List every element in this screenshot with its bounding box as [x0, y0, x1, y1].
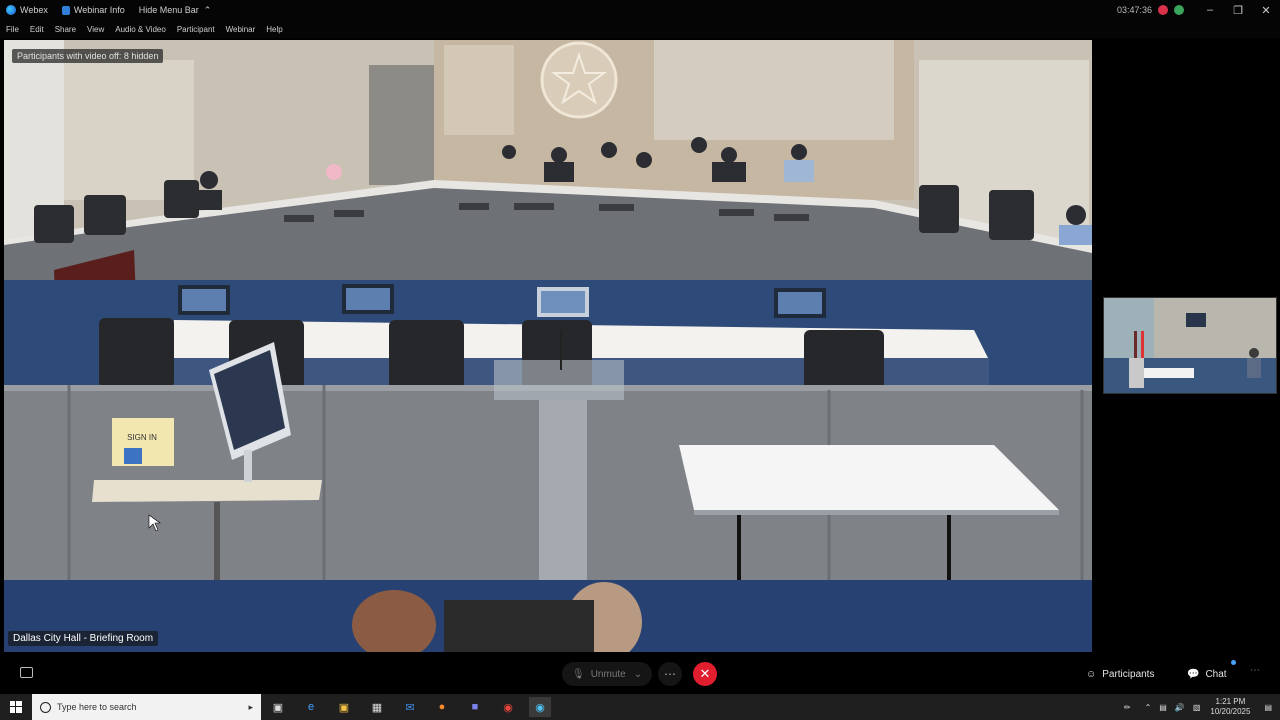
leave-meeting-button[interactable]: ✕ — [693, 662, 717, 686]
layout-icon[interactable] — [20, 667, 33, 678]
person-icon: ☺ — [1086, 668, 1097, 680]
menu-participant[interactable]: Participant — [177, 25, 215, 34]
chrome-icon[interactable]: ◉ — [497, 697, 519, 717]
hide-menu-bar-button[interactable]: Hide Menu Bar ⌃ — [139, 5, 212, 16]
meeting-timer: 03:47:36 — [1116, 5, 1152, 15]
menu-bar: File Edit Share View Audio & Video Parti… — [0, 20, 1280, 38]
hide-menu-label: Hide Menu Bar — [138, 5, 199, 15]
chat-button[interactable]: 💬 Chat — [1187, 665, 1227, 683]
webex-logo-icon — [6, 5, 16, 15]
firefox-icon[interactable]: ● — [431, 697, 453, 717]
clock-date: 10/20/2025 — [1210, 707, 1251, 716]
mic-muted-icon: 🎙 — [572, 668, 585, 680]
task-view-icon[interactable]: ▣ — [267, 697, 289, 717]
windows-icon — [10, 701, 22, 713]
edge-icon[interactable]: e — [300, 697, 322, 717]
file-explorer-icon[interactable]: ▣ — [333, 697, 355, 717]
chat-icon: 💬 — [1187, 668, 1200, 680]
minimize-button[interactable]: – — [1196, 0, 1224, 20]
search-placeholder: Type here to search — [57, 702, 137, 712]
windows-taskbar: Type here to search ▸ ▣ e ▣ ▦ ✉ ● ■ ◉ ◉ … — [0, 694, 1280, 720]
chevron-up-icon: ⌃ — [203, 4, 212, 15]
tray-chevron-up-icon[interactable]: ⌃ — [1145, 703, 1152, 712]
network-icon[interactable]: ▤ — [1159, 703, 1167, 712]
pen-icon[interactable]: ✏ — [1124, 703, 1131, 712]
start-button[interactable] — [0, 694, 32, 720]
menu-audio-video[interactable]: Audio & Video — [115, 25, 166, 34]
webex-taskbar-icon[interactable]: ◉ — [529, 697, 551, 717]
thumbnail-scene — [1104, 298, 1276, 393]
participants-label: Participants — [1102, 668, 1155, 680]
menu-webinar[interactable]: Webinar — [226, 25, 256, 34]
webinar-info-button[interactable]: Webinar Info — [61, 5, 125, 15]
taskbar-search[interactable]: Type here to search ▸ — [32, 694, 261, 720]
menu-share[interactable]: Share — [55, 25, 76, 34]
mail-icon[interactable]: ✉ — [399, 697, 421, 717]
council-chamber-scene: SIGN IN — [4, 40, 1092, 652]
shield-icon — [61, 5, 70, 15]
connection-status-icon — [1174, 5, 1184, 15]
webex-app[interactable]: Webex — [6, 5, 48, 15]
video-source-label: Dallas City Hall - Briefing Room — [8, 631, 159, 646]
menu-help[interactable]: Help — [266, 25, 282, 34]
title-bar: Webex Webinar Info Hide Menu Bar ⌃ 03:47… — [0, 0, 1280, 20]
recording-icon — [1158, 5, 1168, 15]
microphone-icon[interactable]: ▸ — [248, 702, 253, 713]
sign-in-card: SIGN IN — [127, 433, 157, 442]
overflow-icon[interactable]: ⋯ — [1250, 665, 1260, 676]
chevron-down-icon[interactable]: ⌄ — [634, 669, 642, 680]
menu-file[interactable]: File — [6, 25, 19, 34]
meeting-controls: 🎙 Unmute ⌄ ⋯ ✕ ☺ Participants 💬 Chat ⋯ — [0, 656, 1280, 692]
unmute-button[interactable]: 🎙 Unmute ⌄ — [562, 662, 653, 686]
taskbar-clock[interactable]: 1:21 PM 10/20/2025 — [1210, 697, 1250, 717]
chat-notification-badge — [1231, 660, 1236, 665]
store-icon[interactable]: ▦ — [366, 697, 388, 717]
app-name: Webex — [20, 5, 48, 15]
close-button[interactable]: ✕ — [1252, 0, 1280, 20]
menu-view[interactable]: View — [87, 25, 104, 34]
webinar-info-label: Webinar Info — [73, 5, 125, 15]
language-icon[interactable]: ▧ — [1193, 703, 1201, 712]
chat-label: Chat — [1205, 668, 1227, 680]
unmute-label: Unmute — [590, 668, 626, 680]
teams-icon[interactable]: ■ — [464, 697, 486, 717]
self-view-thumbnail[interactable] — [1103, 297, 1277, 394]
participants-button[interactable]: ☺ Participants — [1086, 665, 1154, 683]
main-video-feed[interactable]: SIGN IN Participants with video off: 8 h… — [4, 40, 1092, 652]
more-options-button[interactable]: ⋯ — [658, 662, 682, 686]
hidden-participants-label[interactable]: Participants with video off: 8 hidden — [12, 49, 164, 63]
system-tray: ✏ ⌃ ▤ 🔊 ▧ 1:21 PM 10/20/2025 ▤ — [1124, 694, 1280, 720]
restore-button[interactable]: ❐ — [1224, 0, 1252, 20]
menu-edit[interactable]: Edit — [30, 25, 44, 34]
clock-time: 1:21 PM — [1215, 697, 1246, 706]
volume-icon[interactable]: 🔊 — [1175, 703, 1185, 712]
notification-icon[interactable]: ▤ — [1264, 703, 1272, 712]
search-icon — [40, 701, 51, 713]
